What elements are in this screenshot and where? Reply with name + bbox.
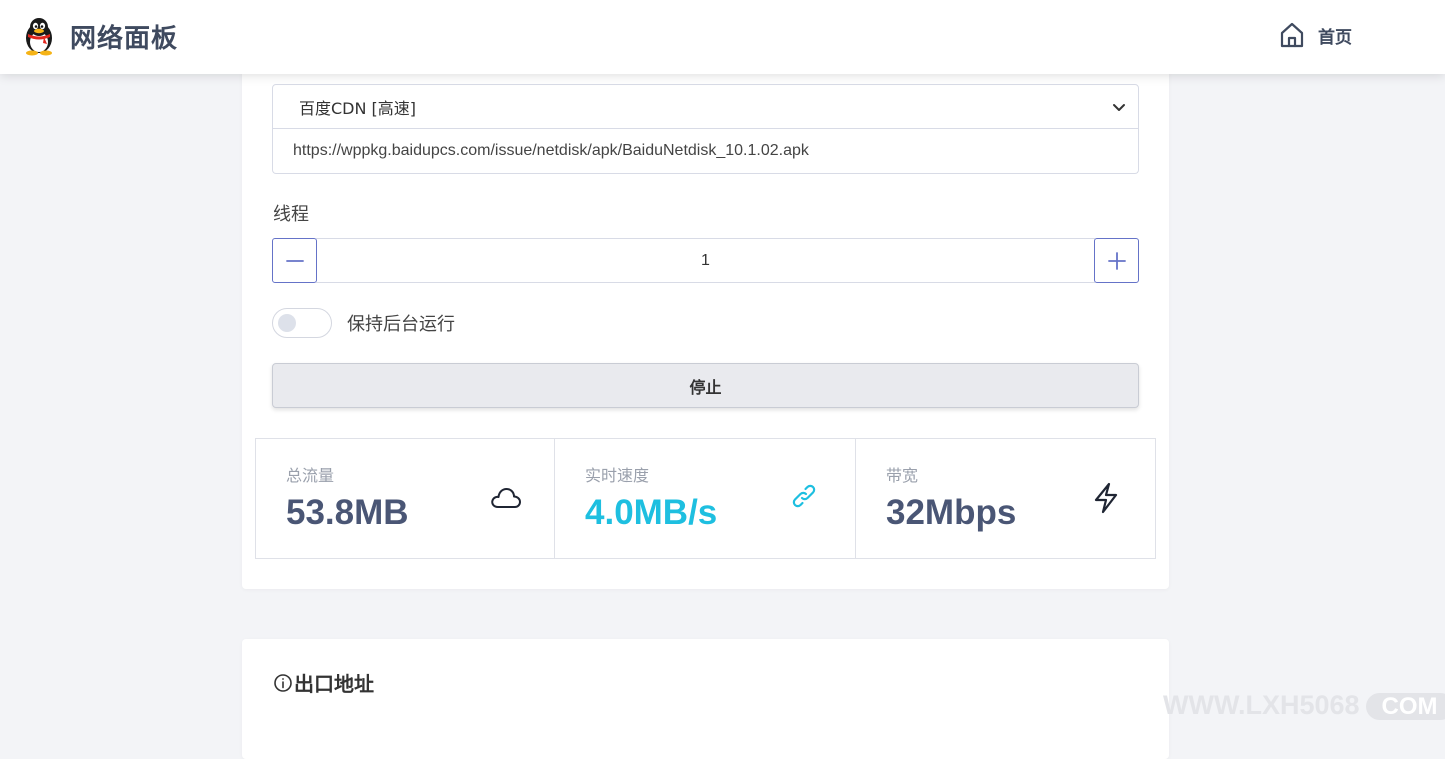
- watermark-suffix: COM: [1365, 693, 1445, 720]
- plus-icon: [1107, 251, 1126, 270]
- watermark: WWW.LXH5068 COM: [1163, 690, 1445, 721]
- stat-realtime-speed: 实时速度 4.0MB/s: [555, 438, 856, 559]
- stat-total-traffic: 总流量 53.8MB: [255, 438, 555, 559]
- exit-address-card: [242, 639, 1169, 759]
- stat-label: 总流量: [286, 466, 335, 485]
- threads-increment-button[interactable]: [1094, 238, 1139, 283]
- link-icon: [792, 484, 816, 508]
- nav-home-link[interactable]: 首页: [1278, 19, 1352, 51]
- threads-label: 线程: [273, 204, 309, 225]
- penguin-logo-icon: [26, 18, 52, 56]
- stat-label: 实时速度: [585, 466, 650, 485]
- watermark-text: WWW.LXH5068: [1163, 690, 1360, 720]
- minus-icon: [285, 259, 304, 262]
- stop-button[interactable]: 停止: [272, 363, 1139, 408]
- url-input[interactable]: [272, 129, 1139, 174]
- threads-input[interactable]: [316, 238, 1095, 283]
- source-select[interactable]: 百度CDN [高速]: [272, 84, 1139, 129]
- chevron-down-icon: [1113, 104, 1125, 111]
- top-header: 网络面板 首页: [0, 0, 1445, 74]
- brand[interactable]: 网络面板: [22, 14, 178, 58]
- stat-label: 带宽: [886, 466, 919, 485]
- stat-value: 4.0MB/s: [585, 493, 718, 532]
- info-icon: [274, 673, 292, 692]
- home-icon: [1280, 22, 1304, 48]
- background-run-toggle[interactable]: [272, 308, 332, 338]
- stat-value: 32Mbps: [886, 493, 1017, 532]
- cloud-icon: [491, 488, 521, 508]
- stat-value: 53.8MB: [286, 493, 409, 532]
- app-title: 网络面板: [70, 23, 179, 54]
- source-select-value: 百度CDN [高速]: [299, 98, 417, 118]
- bolt-icon: [1094, 482, 1118, 514]
- exit-address-heading: 出口地址: [273, 668, 374, 697]
- exit-address-title: 出口地址: [294, 672, 374, 696]
- background-run-label: 保持后台运行: [347, 314, 455, 335]
- toggle-knob: [278, 314, 296, 332]
- nav-home-label: 首页: [1318, 27, 1352, 48]
- threads-decrement-button[interactable]: [272, 238, 317, 283]
- stat-bandwidth: 带宽 32Mbps: [856, 438, 1156, 559]
